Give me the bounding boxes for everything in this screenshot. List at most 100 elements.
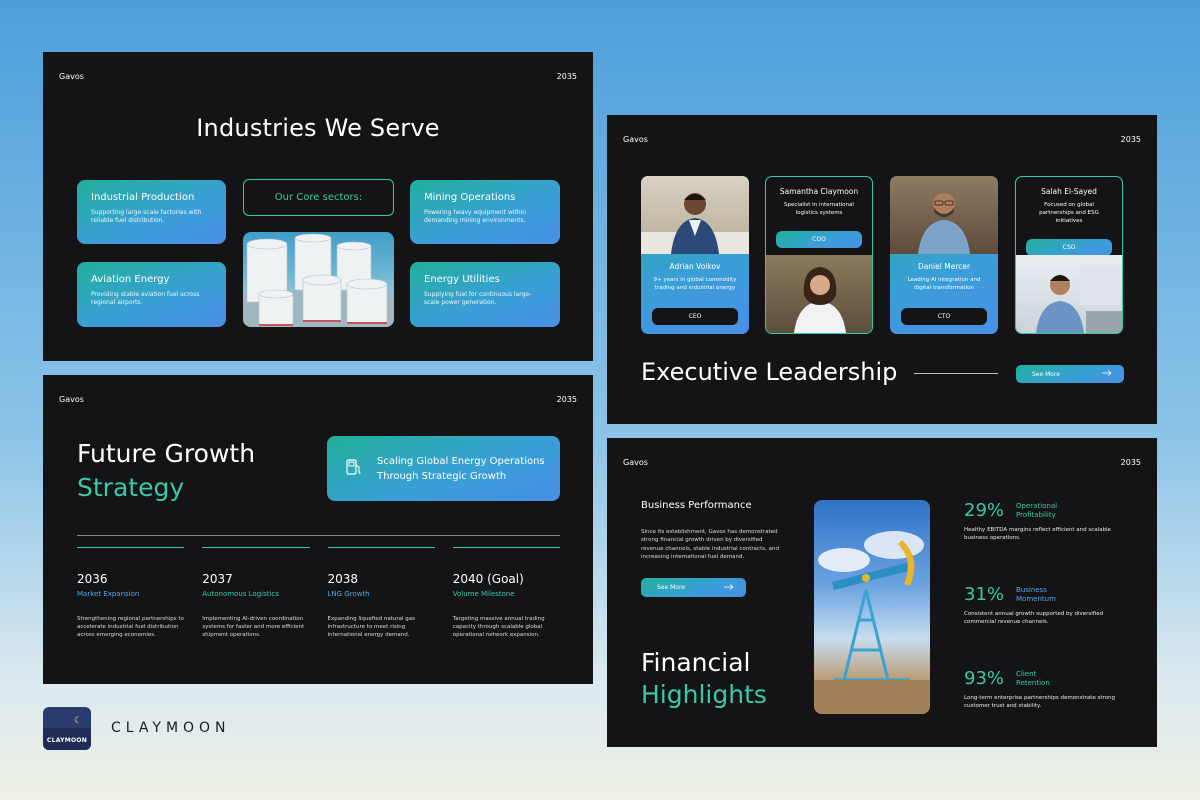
exec-desc: Specialist in international logistics sy…	[784, 202, 854, 216]
exec-photo	[766, 255, 872, 333]
milestone-label: Autonomous Logistics	[202, 590, 279, 598]
stat-desc: Healthy EBITDA margins reflect efficient…	[964, 527, 1111, 541]
brand-label: Gavos	[623, 458, 648, 467]
slide-title: Executive Leadership	[641, 358, 898, 386]
exec-desc: Focused on global partnerships and ESG i…	[1039, 202, 1099, 224]
milestone-desc: Expanding liquefied natural gas infrastr…	[327, 616, 415, 638]
divider	[914, 373, 998, 374]
slide-industries: Gavos 2035 Industries We Serve Industria…	[43, 52, 593, 361]
logo-text: CLAYMOON	[46, 737, 88, 744]
storage-tanks-image	[243, 232, 394, 327]
stat-label: Retention	[1016, 679, 1050, 688]
milestone-desc: Targeting massive annual trading capacit…	[452, 616, 545, 638]
industry-card-industrial: Industrial Production Supporting large-s…	[77, 180, 226, 244]
exec-card-coo: Samantha Claymoon Specialist in internat…	[765, 176, 873, 334]
title-line1: Future Growth	[77, 439, 256, 468]
role-button-ceo[interactable]: CEO	[652, 307, 738, 325]
milestone-label: Volume Milestone	[452, 590, 515, 598]
exec-desc: Leading AI integration and digital trans…	[907, 277, 981, 291]
divider	[77, 535, 560, 536]
stat-percent: 93%	[964, 668, 1005, 689]
stat-label: Business	[1016, 586, 1047, 594]
slide-growth-strategy: Gavos 2035 Future Growth Strategy Scalin…	[43, 375, 593, 684]
fuel-pump-icon	[345, 457, 363, 481]
stat-percent: 29%	[964, 500, 1005, 521]
milestone-item: 2036 Market Expansion Strengthening regi…	[77, 547, 185, 640]
card-desc: Providing stable aviation fuel across re…	[91, 291, 200, 307]
card-desc: Supplying fuel for continuous large-scal…	[424, 291, 532, 307]
industry-card-mining: Mining Operations Powering heavy equipme…	[410, 180, 560, 244]
exec-name: Daniel Mercer	[917, 262, 971, 271]
exec-name: Samantha Claymoon	[779, 187, 859, 196]
milestone-label: Market Expansion	[77, 590, 140, 598]
button-label: See More	[1032, 370, 1060, 378]
slide-financial-highlights: Gavos 2035 Business Performance Since it…	[607, 438, 1157, 747]
exec-name: Adrian Volkov	[669, 262, 721, 271]
card-desc: Powering heavy equipment within demandin…	[424, 209, 527, 225]
exec-photo	[1016, 255, 1122, 333]
stat-profitability: 29% Operational Profitability Healthy EBI…	[964, 500, 1134, 543]
year-label: 2035	[556, 72, 577, 81]
stat-retention: 93% Client Retention Long-term enterprise…	[964, 668, 1134, 711]
milestone-label: LNG Growth	[327, 590, 370, 598]
arrow-right-icon	[724, 583, 734, 592]
year-label: 2035	[1120, 458, 1141, 467]
brand-label: Gavos	[59, 72, 84, 81]
exec-card-cso: Salah El-Sayed Focused on global partner…	[1015, 176, 1123, 334]
role-button-cto[interactable]: CTO	[901, 307, 987, 325]
stat-label: Operational	[1016, 502, 1058, 510]
exec-photo	[890, 176, 998, 254]
section-desc: Since its establishment, Gavos has demon…	[641, 529, 779, 560]
stat-desc: Long-term enterprise partnerships demons…	[964, 695, 1115, 709]
exec-card-cto: Daniel Mercer Leading AI integration and…	[890, 176, 998, 334]
title-line2: Highlights	[641, 680, 767, 709]
see-more-button[interactable]: See More	[641, 578, 746, 597]
stat-momentum: 31% Business Momentum Consistent annual g…	[964, 584, 1134, 627]
arrow-right-icon	[1102, 370, 1112, 378]
strategy-callout: Scaling Global Energy Operations Through…	[327, 436, 560, 501]
slide-title: Financial Highlights	[641, 647, 767, 711]
industry-card-utilities: Energy Utilities Supplying fuel for cont…	[410, 262, 560, 327]
milestone-desc: Implementing AI-driven coordination syst…	[202, 616, 305, 638]
callout-line1: Scaling Global Energy Operations	[377, 455, 545, 467]
card-desc: Supporting large-scale factories with re…	[91, 209, 202, 225]
year-label: 2035	[1120, 135, 1141, 144]
milestone-item: 2037 Autonomous Logistics Implementing A…	[202, 547, 310, 640]
milestone-year: 2036	[77, 572, 108, 586]
button-label: See More	[657, 584, 685, 591]
milestone-year: 2037	[202, 572, 233, 586]
stat-label: Profitability	[1016, 511, 1056, 520]
role-button-cso[interactable]: CSO	[1026, 238, 1112, 256]
see-more-button[interactable]: See More	[1016, 365, 1124, 383]
title-line1: Financial	[641, 648, 751, 677]
slide-title: Future Growth Strategy	[77, 437, 255, 505]
core-sectors-label: Our Core sectors:	[243, 179, 394, 216]
milestone-year: 2040 (Goal)	[452, 572, 524, 586]
card-title: Energy Utilities	[424, 274, 500, 285]
exec-desc: 9+ years in global commodity trading and…	[653, 277, 737, 291]
slide-title: Industries We Serve	[196, 114, 440, 142]
milestone-timeline: 2036 Market Expansion Strengthening regi…	[77, 547, 560, 640]
slide-executive-leadership: Gavos 2035 Adrian Volkov 9+ years in glo…	[607, 115, 1157, 424]
title-line2: Strategy	[77, 473, 185, 502]
card-title: Mining Operations	[424, 192, 516, 203]
milestone-item: 2038 LNG Growth Expanding liquefied natu…	[327, 547, 435, 640]
stat-label: Momentum	[1016, 595, 1056, 604]
claymoon-logo: ☾ CLAYMOON	[43, 707, 91, 750]
brand-label: Gavos	[623, 135, 648, 144]
card-title: Industrial Production	[91, 192, 195, 203]
stat-label: Client	[1016, 670, 1037, 678]
year-label: 2035	[556, 395, 577, 404]
exec-name: Salah El-Sayed	[1041, 187, 1097, 196]
exec-photo	[641, 176, 749, 254]
brand-label: Gavos	[59, 395, 84, 404]
card-title: Aviation Energy	[91, 274, 170, 285]
brand-name: CLAYMOON	[111, 720, 231, 736]
stat-desc: Consistent annual growth supported by di…	[964, 611, 1104, 625]
industry-card-aviation: Aviation Energy Providing stable aviatio…	[77, 262, 226, 327]
role-button-coo[interactable]: COO	[776, 230, 862, 248]
oil-pump-image	[814, 500, 930, 714]
stat-percent: 31%	[964, 584, 1005, 605]
milestone-desc: Strengthening regional partnerships to a…	[77, 616, 184, 638]
exec-card-ceo: Adrian Volkov 9+ years in global commodi…	[641, 176, 749, 334]
